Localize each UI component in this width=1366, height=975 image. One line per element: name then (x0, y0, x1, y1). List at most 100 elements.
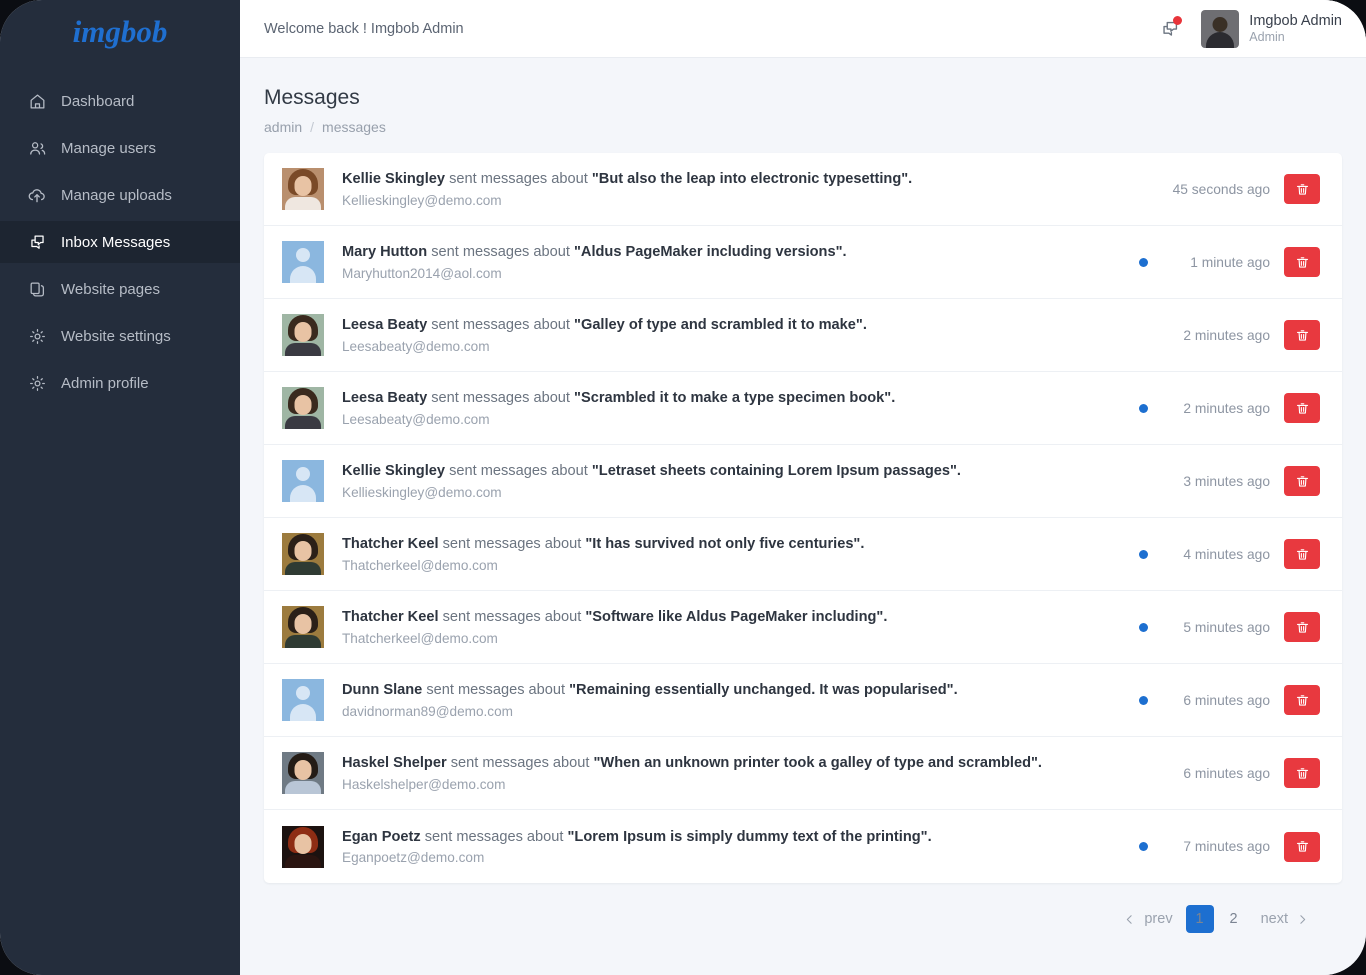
notifications-button[interactable] (1157, 15, 1183, 42)
message-timestamp: 45 seconds ago (1172, 181, 1270, 197)
avatar (282, 825, 324, 868)
gear-icon (27, 373, 47, 393)
content: Messages admin / messages Kellie Skingle… (240, 58, 1366, 975)
chevron-right-icon (1296, 913, 1309, 926)
delete-message-button[interactable] (1284, 612, 1320, 642)
sidebar-item-admin-profile[interactable]: Admin profile (0, 362, 240, 404)
page-title: Messages (264, 86, 360, 109)
table-row[interactable]: Thatcher Keel sent messages about "Softw… (264, 591, 1342, 664)
message-meta: 3 minutes ago (1139, 466, 1320, 496)
breadcrumb: admin / messages (264, 119, 1342, 135)
delete-message-button[interactable] (1284, 685, 1320, 715)
table-row[interactable]: Dunn Slane sent messages about "Remainin… (264, 664, 1342, 737)
message-email: Thatcherkeel@demo.com (342, 630, 498, 646)
message-action: sent messages about (431, 244, 570, 261)
message-timestamp: 2 minutes ago (1183, 400, 1270, 416)
breadcrumb-admin[interactable]: admin (264, 119, 302, 135)
pages-icon (27, 279, 47, 299)
delete-message-button[interactable] (1284, 174, 1320, 204)
message-subject: "It has survived not only five centuries… (585, 536, 865, 553)
delete-message-button[interactable] (1284, 320, 1320, 350)
trash-icon (1296, 767, 1308, 779)
avatar (282, 387, 324, 429)
message-email: davidnorman89@demo.com (342, 703, 513, 719)
sidebar-item-label: Website settings (61, 327, 171, 345)
sidebar-item-dashboard[interactable]: Dashboard (0, 80, 240, 122)
delete-message-button[interactable] (1284, 539, 1320, 569)
message-email: Eganpoetz@demo.com (342, 850, 485, 866)
sidebar-item-manage-uploads[interactable]: Manage uploads (0, 174, 240, 216)
message-timestamp: 2 minutes ago (1183, 327, 1270, 343)
breadcrumb-separator: / (310, 119, 315, 135)
avatar (282, 606, 324, 648)
message-sender: Haskel Shelper (342, 755, 447, 772)
pagination-next-label: next (1260, 911, 1288, 927)
sidebar-item-manage-users[interactable]: Manage users (0, 127, 240, 169)
home-icon (27, 91, 47, 111)
trash-icon (1296, 183, 1308, 195)
message-timestamp: 7 minutes ago (1183, 839, 1270, 854)
sidebar-item-website-settings[interactable]: Website settings (0, 315, 240, 357)
message-meta: 5 minutes ago (1139, 612, 1320, 642)
message-action: sent messages about (449, 171, 588, 188)
table-row[interactable]: Thatcher Keel sent messages about "It ha… (264, 518, 1342, 591)
table-row[interactable]: Leesa Beaty sent messages about "Galley … (264, 299, 1342, 372)
message-sender: Mary Hutton (342, 244, 428, 261)
message-timestamp: 6 minutes ago (1183, 692, 1270, 708)
message-body: Mary Hutton sent messages about "Aldus P… (342, 243, 1121, 281)
gear-icon (27, 326, 47, 346)
table-row[interactable]: Kellie Skingley sent messages about "Let… (264, 445, 1342, 518)
avatar (282, 241, 324, 283)
pagination-page-1[interactable]: 1 (1185, 905, 1214, 933)
pagination: prev 1 2 next (264, 883, 1342, 933)
message-timestamp: 6 minutes ago (1183, 765, 1270, 781)
user-menu[interactable]: Imgbob Admin Admin (1201, 9, 1342, 48)
pagination-prev[interactable]: prev (1116, 905, 1179, 933)
sidebar-item-label: Admin profile (61, 374, 149, 392)
sidebar-item-label: Inbox Messages (61, 233, 171, 251)
trash-icon (1296, 621, 1308, 633)
message-action: sent messages about (424, 828, 564, 845)
message-timestamp: 4 minutes ago (1183, 546, 1270, 562)
brand-logo[interactable]: imgbob (0, 0, 240, 58)
message-subject: "But also the leap into electronic types… (591, 171, 913, 188)
message-meta: 45 seconds ago (1139, 174, 1320, 204)
user-role: Admin (1249, 29, 1285, 44)
message-body: Egan Poetz sent messages about "Lorem Ip… (342, 828, 1121, 866)
sidebar-item-website-pages[interactable]: Website pages (0, 268, 240, 310)
topbar-right: Imgbob Admin Admin (1157, 9, 1342, 48)
delete-message-button[interactable] (1284, 758, 1320, 788)
message-timestamp: 5 minutes ago (1183, 619, 1270, 635)
user-info: Imgbob Admin Admin (1249, 12, 1342, 46)
user-name: Imgbob Admin (1249, 12, 1342, 29)
unread-dot (1139, 403, 1148, 413)
delete-message-button[interactable] (1284, 247, 1320, 277)
table-row[interactable]: Kellie Skingley sent messages about "But… (264, 153, 1342, 226)
unread-dot (1139, 257, 1148, 267)
pagination-prev-label: prev (1144, 911, 1173, 927)
message-headline: Leesa Beaty sent messages about "Scrambl… (342, 389, 1121, 409)
message-action: sent messages about (442, 609, 582, 626)
message-email: Leesabeaty@demo.com (342, 411, 490, 427)
message-email: Thatcherkeel@demo.com (342, 557, 498, 573)
trash-icon (1296, 329, 1308, 341)
delete-message-button[interactable] (1284, 466, 1320, 496)
delete-message-button[interactable] (1284, 393, 1320, 423)
unread-dot (1139, 695, 1148, 705)
table-row[interactable]: Leesa Beaty sent messages about "Scrambl… (264, 372, 1342, 445)
avatar (282, 168, 324, 210)
pagination-next[interactable]: next (1254, 905, 1316, 933)
table-row[interactable]: Mary Hutton sent messages about "Aldus P… (264, 226, 1342, 299)
avatar (282, 533, 324, 575)
message-meta: 6 minutes ago (1139, 685, 1320, 715)
message-body: Thatcher Keel sent messages about "Softw… (342, 608, 1121, 646)
table-row[interactable]: Haskel Shelper sent messages about "When… (264, 737, 1342, 810)
sidebar-item-inbox-messages[interactable]: Inbox Messages (0, 221, 240, 263)
trash-icon (1296, 841, 1308, 852)
cloud-upload-icon (27, 185, 47, 205)
table-row[interactable]: Egan Poetz sent messages about "Lorem Ip… (264, 810, 1342, 883)
main-area: Welcome back ! Imgbob Admin Imgbob Admin… (240, 0, 1366, 975)
pagination-page-2[interactable]: 2 (1220, 905, 1248, 933)
delete-message-button[interactable] (1284, 831, 1320, 862)
message-email: Leesabeaty@demo.com (342, 338, 490, 354)
